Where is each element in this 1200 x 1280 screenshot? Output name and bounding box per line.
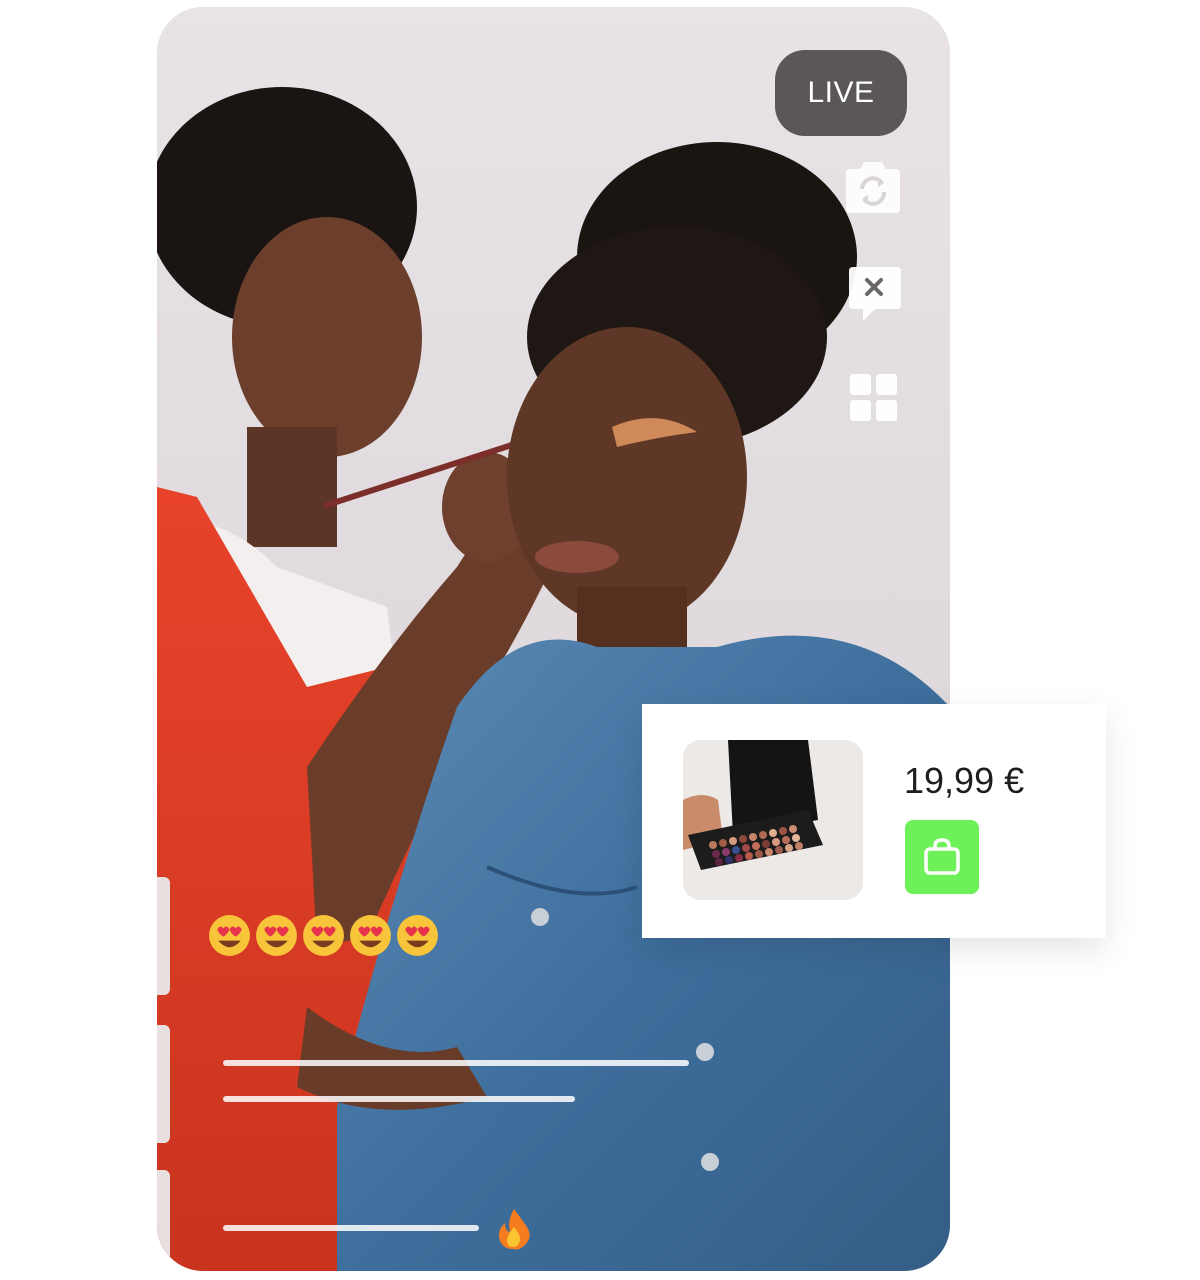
comment-placeholder [223, 1225, 479, 1231]
heart-eyes-emoji [209, 915, 250, 956]
stream-video [157, 7, 950, 1271]
heart-eyes-emoji [350, 915, 391, 956]
product-image[interactable] [683, 740, 863, 900]
reaction-row [207, 913, 440, 958]
product-card[interactable]: 19,99 € [642, 704, 1106, 938]
add-to-cart-button[interactable] [905, 820, 979, 894]
side-tab [157, 877, 170, 995]
camera-flip-icon[interactable] [842, 159, 904, 215]
fire-emoji [498, 1209, 530, 1250]
product-price: 19,99 € [904, 760, 1025, 801]
comment-placeholder [223, 1096, 575, 1102]
live-stream-view: LIVE [157, 7, 950, 1271]
eyeshadow-palette-icon [683, 740, 863, 900]
grid-icon[interactable] [849, 373, 899, 423]
comment-placeholder [223, 1060, 689, 1066]
heart-eyes-emoji [256, 915, 297, 956]
heart-eyes-emoji [303, 915, 344, 956]
chat-off-icon[interactable] [845, 265, 903, 323]
shopping-bag-icon [924, 838, 960, 875]
side-tab [157, 1025, 170, 1143]
live-badge: LIVE [775, 50, 907, 136]
heart-eyes-emoji [397, 915, 438, 956]
side-tab [157, 1170, 170, 1271]
